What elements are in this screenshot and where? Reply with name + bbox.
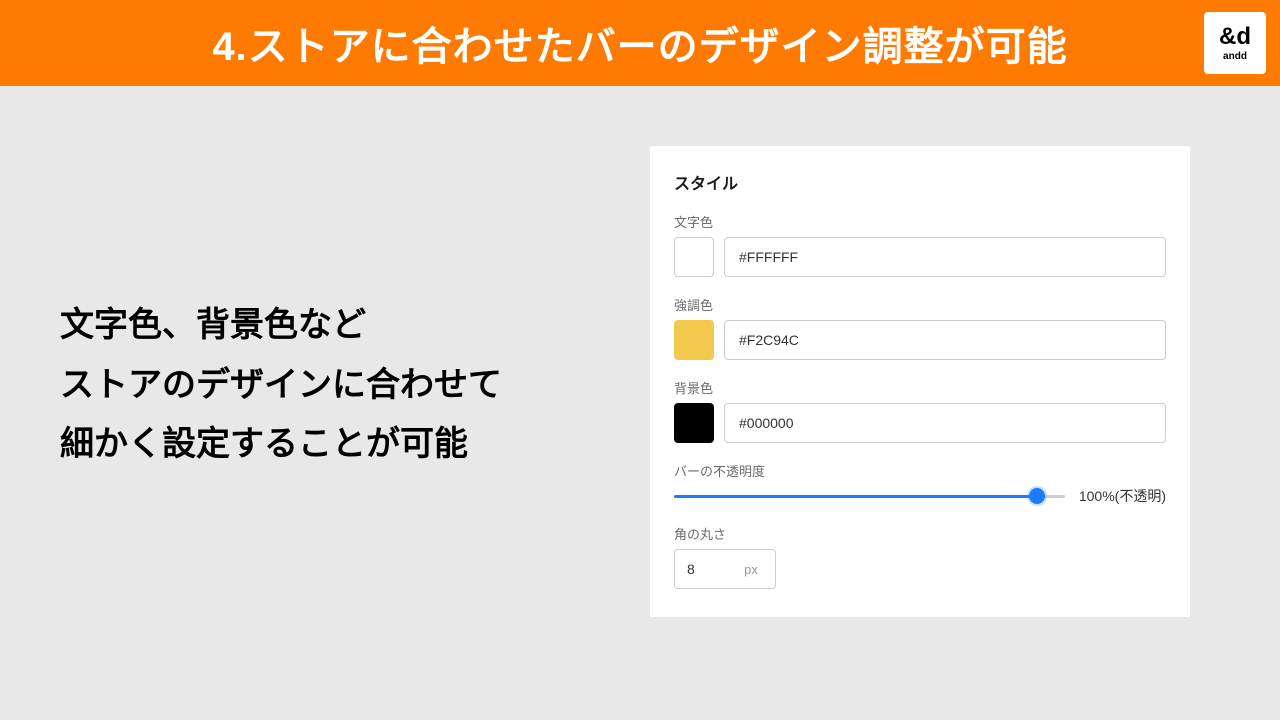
opacity-label: バーの不透明度 [674,461,1166,480]
text-color-field: 文字色 [674,212,1166,277]
slider-knob-icon[interactable] [1029,488,1045,504]
opacity-value-text: 100%(不透明) [1079,486,1166,506]
bg-color-swatch[interactable] [674,403,714,443]
bg-color-field: 背景色 [674,378,1166,443]
accent-color-swatch[interactable] [674,320,714,360]
text-color-swatch[interactable] [674,237,714,277]
description-column: 文字色、背景色など ストアのデザインに合わせて 細かく設定することが可能 [60,146,600,617]
brand-logo: &d andd [1204,12,1266,74]
opacity-field: バーの不透明度 100%(不透明) [674,461,1166,506]
heading-line-1: 文字色、背景色など [60,296,600,356]
accent-color-input[interactable] [724,320,1166,360]
radius-input[interactable] [675,550,727,588]
text-color-label: 文字色 [674,212,1166,231]
accent-color-label: 強調色 [674,295,1166,314]
bg-color-input[interactable] [724,403,1166,443]
header-bar: 4.ストアに合わせたバーのデザイン調整が可能 &d andd [0,0,1280,86]
heading-line-3: 細かく設定することが可能 [60,415,600,475]
accent-color-field: 強調色 [674,295,1166,360]
bg-color-label: 背景色 [674,378,1166,397]
logo-subtext: andd [1223,51,1247,62]
header-title: 4.ストアに合わせたバーのデザイン調整が可能 [212,14,1067,72]
text-color-input[interactable] [724,237,1166,277]
heading-line-2: ストアのデザインに合わせて [60,356,600,416]
radius-label: 角の丸さ [674,524,1166,543]
logo-mark: &d [1219,25,1251,49]
panel-title: スタイル [674,170,1166,194]
opacity-slider[interactable] [674,486,1065,506]
style-panel: スタイル 文字色 強調色 背景色 バーの不透明度 [650,146,1190,617]
radius-field: 角の丸さ px [674,524,1166,589]
feature-heading: 文字色、背景色など ストアのデザインに合わせて 細かく設定することが可能 [60,296,600,475]
radius-unit: px [727,562,775,577]
main-content: 文字色、背景色など ストアのデザインに合わせて 細かく設定することが可能 スタイ… [0,86,1280,617]
